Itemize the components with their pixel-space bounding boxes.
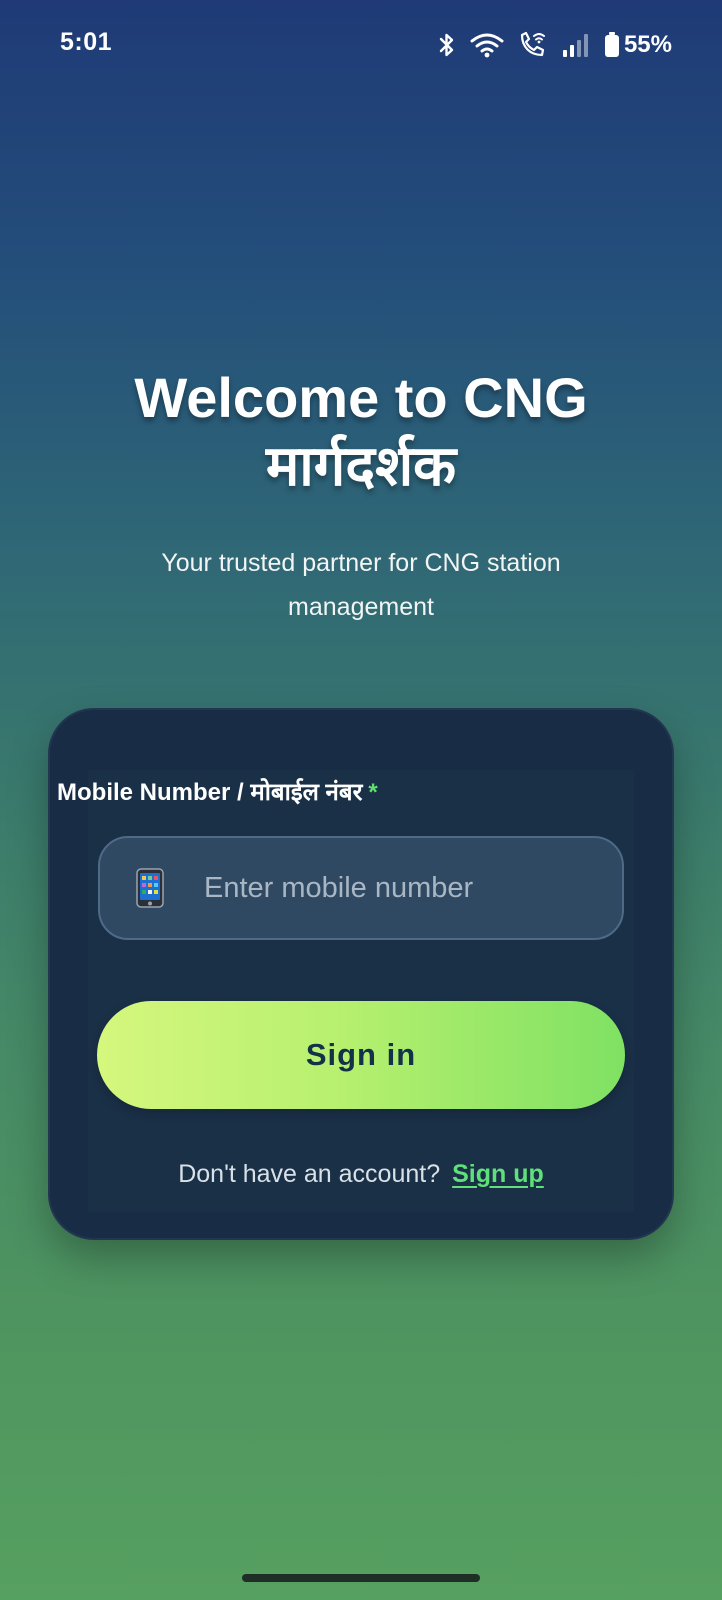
mobile-phone-icon [136, 868, 164, 908]
status-time: 5:01 [60, 28, 113, 56]
sign-up-link[interactable]: Sign up [452, 1160, 544, 1188]
mobile-number-input-container[interactable] [98, 836, 624, 940]
signal-icon [562, 34, 588, 57]
battery-indicator: 55% [604, 31, 672, 59]
mobile-number-input[interactable] [204, 838, 604, 938]
welcome-subtitle: Your trusted partner for CNG station man… [161, 549, 561, 621]
welcome-title-line2: मार्गदर्शक [265, 434, 457, 497]
status-icons: 55% [438, 28, 672, 62]
required-indicator: * [368, 779, 378, 806]
home-indicator[interactable] [242, 1574, 480, 1582]
battery-icon [604, 32, 619, 57]
welcome-title-line1: Welcome to CNG [134, 366, 588, 429]
wifi-icon [470, 33, 504, 58]
mobile-number-label: Mobile Number / मोबाईल नंबर * [57, 775, 378, 808]
status-bar: 5:01 55% [0, 0, 722, 90]
welcome-title: Welcome to CNG मार्गदर्शक [0, 364, 722, 500]
wifi-calling-icon [520, 31, 545, 57]
mobile-number-label-text: Mobile Number / मोबाईल नंबर [57, 779, 363, 806]
bluetooth-icon [439, 33, 454, 57]
battery-percent: 55% [623, 31, 672, 58]
sign-in-button[interactable]: Sign in [97, 1001, 625, 1109]
signup-prompt: Don't have an account? Sign up [0, 1160, 722, 1189]
no-account-text: Don't have an account? [178, 1160, 441, 1188]
